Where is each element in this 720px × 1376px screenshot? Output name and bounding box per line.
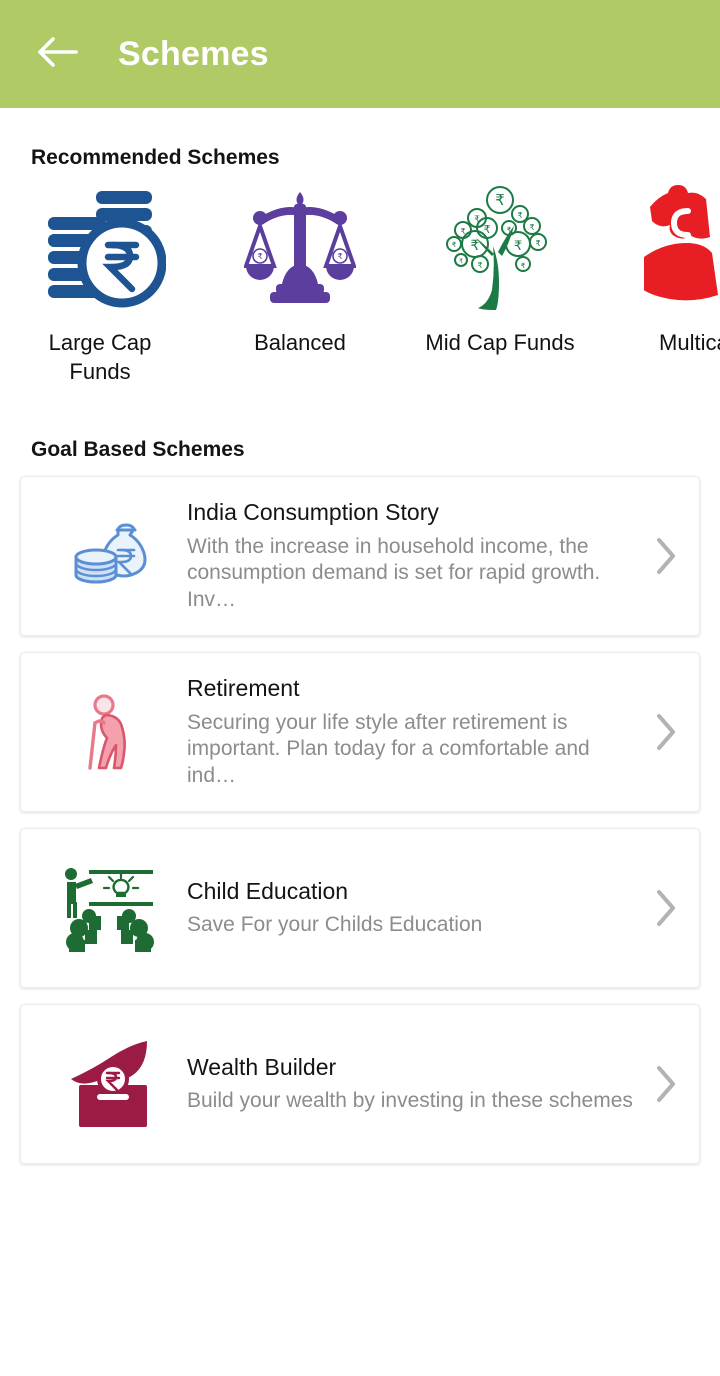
svg-text:₹: ₹: [474, 214, 480, 224]
schemes-screen: Schemes Recommended Schemes Large Cap Fu…: [0, 0, 720, 1376]
svg-text:₹: ₹: [337, 252, 342, 261]
svg-text:₹: ₹: [535, 239, 540, 248]
svg-text:₹: ₹: [477, 261, 482, 270]
money-tree-icon: ₹ ₹ ₹ ₹ ₹ ₹ ₹ ₹ ₹ ₹ ₹ ₹ ₹ ₹: [444, 184, 556, 312]
goal-card-description: With the increase in household income, t…: [187, 534, 601, 612]
goal-card-wealth-builder[interactable]: Wealth Builder Build your wealth by inve…: [20, 1004, 700, 1164]
svg-text:₹: ₹: [257, 252, 262, 261]
chevron-right-icon[interactable]: [643, 535, 689, 577]
money-bag-coins-icon: [61, 521, 165, 591]
chevron-right-icon[interactable]: [643, 711, 689, 753]
goal-card-text: Wealth Builder Build your wealth by inve…: [165, 1053, 643, 1116]
svg-text:₹: ₹: [471, 237, 480, 253]
svg-text:₹: ₹: [507, 226, 512, 234]
chevron-right-icon[interactable]: [643, 887, 689, 929]
svg-text:₹: ₹: [514, 238, 522, 253]
svg-text:₹: ₹: [452, 241, 457, 249]
svg-text:₹: ₹: [529, 223, 534, 232]
recommended-item-label: Balanced: [254, 330, 346, 355]
goal-card-child-education[interactable]: Child Education Save For your Childs Edu…: [20, 828, 700, 988]
hand-coin-donation-box-icon: [61, 1039, 165, 1129]
recommended-item-balanced[interactable]: ₹ ₹ Balanced: [200, 184, 400, 357]
goal-based-schemes-list: India Consumption Story With the increas…: [0, 476, 720, 1164]
svg-text:₹: ₹: [517, 211, 522, 220]
goal-card-title: India Consumption Story: [187, 498, 439, 525]
goal-card-india-consumption-story[interactable]: India Consumption Story With the increas…: [20, 476, 700, 636]
chevron-right-icon[interactable]: [643, 1063, 689, 1105]
back-button[interactable]: [30, 26, 86, 82]
elderly-person-cane-icon: [61, 694, 165, 770]
page-title: Schemes: [118, 34, 269, 73]
goal-card-title: Wealth Builder: [187, 1053, 337, 1080]
recommended-item-large-cap-funds[interactable]: Large Cap Funds: [0, 184, 200, 386]
svg-text:₹: ₹: [459, 258, 463, 265]
goal-card-description: Save For your Childs Education: [187, 913, 483, 937]
svg-text:₹: ₹: [495, 192, 505, 209]
recommended-item-label: Mid Cap Funds: [425, 330, 575, 355]
svg-text:₹: ₹: [460, 227, 465, 236]
recommended-item-multicap[interactable]: Multicap: [600, 184, 720, 357]
goal-card-title: Retirement: [187, 674, 300, 701]
goal-card-title: Child Education: [187, 877, 349, 904]
app-bar: Schemes: [0, 0, 720, 108]
recommended-item-label: Multicap: [659, 330, 720, 355]
goal-card-text: Retirement Securing your life style afte…: [165, 674, 643, 790]
goal-card-description: Securing your life style after retiremen…: [187, 710, 590, 788]
goal-card-retirement[interactable]: Retirement Securing your life style afte…: [20, 652, 700, 812]
svg-text:₹: ₹: [521, 262, 526, 270]
recommended-item-label: Large Cap Funds: [48, 330, 152, 385]
goal-card-text: India Consumption Story With the increas…: [165, 498, 643, 614]
recommended-schemes-strip[interactable]: Large Cap Funds ₹ ₹ Balanced ₹ ₹ ₹ ₹ ₹ ₹…: [0, 184, 720, 412]
balance-scale-icon: ₹ ₹: [244, 184, 356, 312]
svg-text:₹: ₹: [484, 224, 491, 236]
goal-card-text: Child Education Save For your Childs Edu…: [165, 877, 643, 940]
recommended-item-mid-cap-funds[interactable]: ₹ ₹ ₹ ₹ ₹ ₹ ₹ ₹ ₹ ₹ ₹ ₹ ₹ ₹ Mid Cap Fund…: [400, 184, 600, 357]
arrow-left-icon: [36, 34, 80, 75]
coin-stack-rupee-icon: [34, 184, 166, 312]
goal-card-description: Build your wealth by investing in these …: [187, 1089, 633, 1113]
recommended-schemes-heading: Recommended Schemes: [31, 146, 280, 169]
classroom-students-icon: [61, 864, 165, 952]
goal-based-schemes-heading: Goal Based Schemes: [31, 438, 245, 461]
puzzle-piece-icon: [644, 184, 720, 312]
